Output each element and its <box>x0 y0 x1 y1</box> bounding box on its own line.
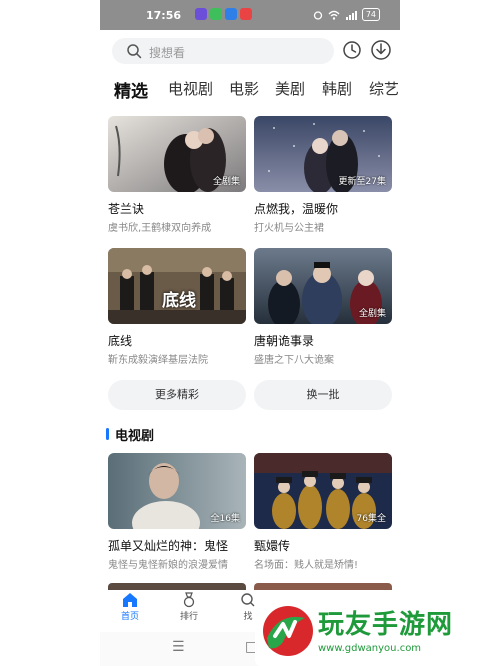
tab-us-dramas[interactable]: 美剧 <box>275 78 305 99</box>
app-notification-icon <box>195 8 207 20</box>
video-title: 底线 <box>108 334 133 348</box>
medal-icon <box>183 592 195 608</box>
video-thumbnail: 底线 <box>108 248 246 324</box>
video-subtitle: 打火机与公主裙 <box>254 223 324 234</box>
episode-badge: 全剧集 <box>358 309 386 319</box>
app-notification-icon <box>225 8 237 20</box>
search-row: 搜想看 <box>108 37 398 67</box>
video-title: 点燃我，温暖你 <box>254 202 339 216</box>
video-title: 甄嬛传 <box>254 539 291 553</box>
download-icon[interactable] <box>370 39 392 61</box>
nav-ranking[interactable]: 排行 <box>167 592 211 622</box>
video-subtitle: 名场面：贱人就是矫情! <box>254 560 359 571</box>
video-title: 唐朝诡事录 <box>254 334 315 348</box>
episode-badge: 76集全 <box>356 514 386 524</box>
video-thumbnail: 全剧集 <box>254 248 392 324</box>
app-notification-icon <box>240 8 252 20</box>
tab-featured[interactable]: 精选 <box>114 77 148 102</box>
notification-icons <box>195 8 252 20</box>
poster-text: 底线 <box>162 291 196 311</box>
signal-icon <box>345 10 357 20</box>
video-thumbnail: 全16集 <box>108 453 246 529</box>
system-icons: 74 <box>313 8 380 21</box>
video-subtitle: 盛唐之下八大诡案 <box>254 355 334 366</box>
phone-screen: 17:56 74 搜想看 精选 电视剧 电影 美剧 韩剧 综艺 全剧集 苍兰诀 … <box>100 0 400 666</box>
video-thumbnail: 76集全 <box>254 453 392 529</box>
status-bar: 17:56 74 <box>100 0 400 30</box>
history-icon[interactable] <box>342 40 362 60</box>
status-time: 17:56 <box>146 9 182 22</box>
video-title: 苍兰诀 <box>108 202 145 216</box>
watermark-logo <box>263 606 313 656</box>
search-placeholder: 搜想看 <box>149 46 186 60</box>
section-accent-bar <box>106 428 109 440</box>
search-icon <box>127 44 142 59</box>
video-subtitle: 虞书欣,王鹤棣双向养成 <box>108 223 212 234</box>
tab-tv-series[interactable]: 电视剧 <box>168 78 213 99</box>
category-tabs: 精选 电视剧 电影 美剧 韩剧 综艺 <box>114 78 400 102</box>
nav-home[interactable]: 首页 <box>108 592 152 622</box>
video-subtitle: 鬼怪与鬼怪新娘的浪漫爱情 <box>108 560 228 571</box>
wechat-icon <box>210 8 222 20</box>
episode-badge: 全剧集 <box>212 177 240 187</box>
watermark-url: www.gdwanyou.com <box>318 643 422 654</box>
search-icon <box>241 593 255 607</box>
nav-ranking-label: 排行 <box>179 612 198 622</box>
tab-movies[interactable]: 电影 <box>229 78 259 99</box>
tab-korean-dramas[interactable]: 韩剧 <box>322 78 352 99</box>
home-icon <box>123 593 137 607</box>
episode-badge: 全16集 <box>210 514 240 524</box>
refresh-batch-button[interactable]: 换一批 <box>254 380 392 410</box>
tab-variety[interactable]: 综艺 <box>369 78 399 99</box>
watermark: 玩友手游网 www.gdwanyou.com <box>255 598 500 666</box>
episode-badge: 更新至27集 <box>338 177 386 187</box>
alarm-icon <box>313 10 322 20</box>
watermark-title: 玩友手游网 <box>318 610 454 640</box>
battery-indicator: 74 <box>361 8 380 21</box>
video-thumbnail: 更新至27集 <box>254 116 392 192</box>
nav-home-label: 首页 <box>120 612 139 622</box>
search-input[interactable]: 搜想看 <box>112 38 334 64</box>
wifi-icon <box>328 10 340 20</box>
video-subtitle: 靳东成毅演绎基层法院 <box>108 355 208 366</box>
video-title: 孤单又灿烂的神：鬼怪 <box>108 539 229 553</box>
more-button[interactable]: 更多精彩 <box>108 380 246 410</box>
video-thumbnail: 全剧集 <box>108 116 246 192</box>
menu-icon[interactable]: ☰ <box>172 639 185 655</box>
section-title: 电视剧 <box>115 429 155 444</box>
